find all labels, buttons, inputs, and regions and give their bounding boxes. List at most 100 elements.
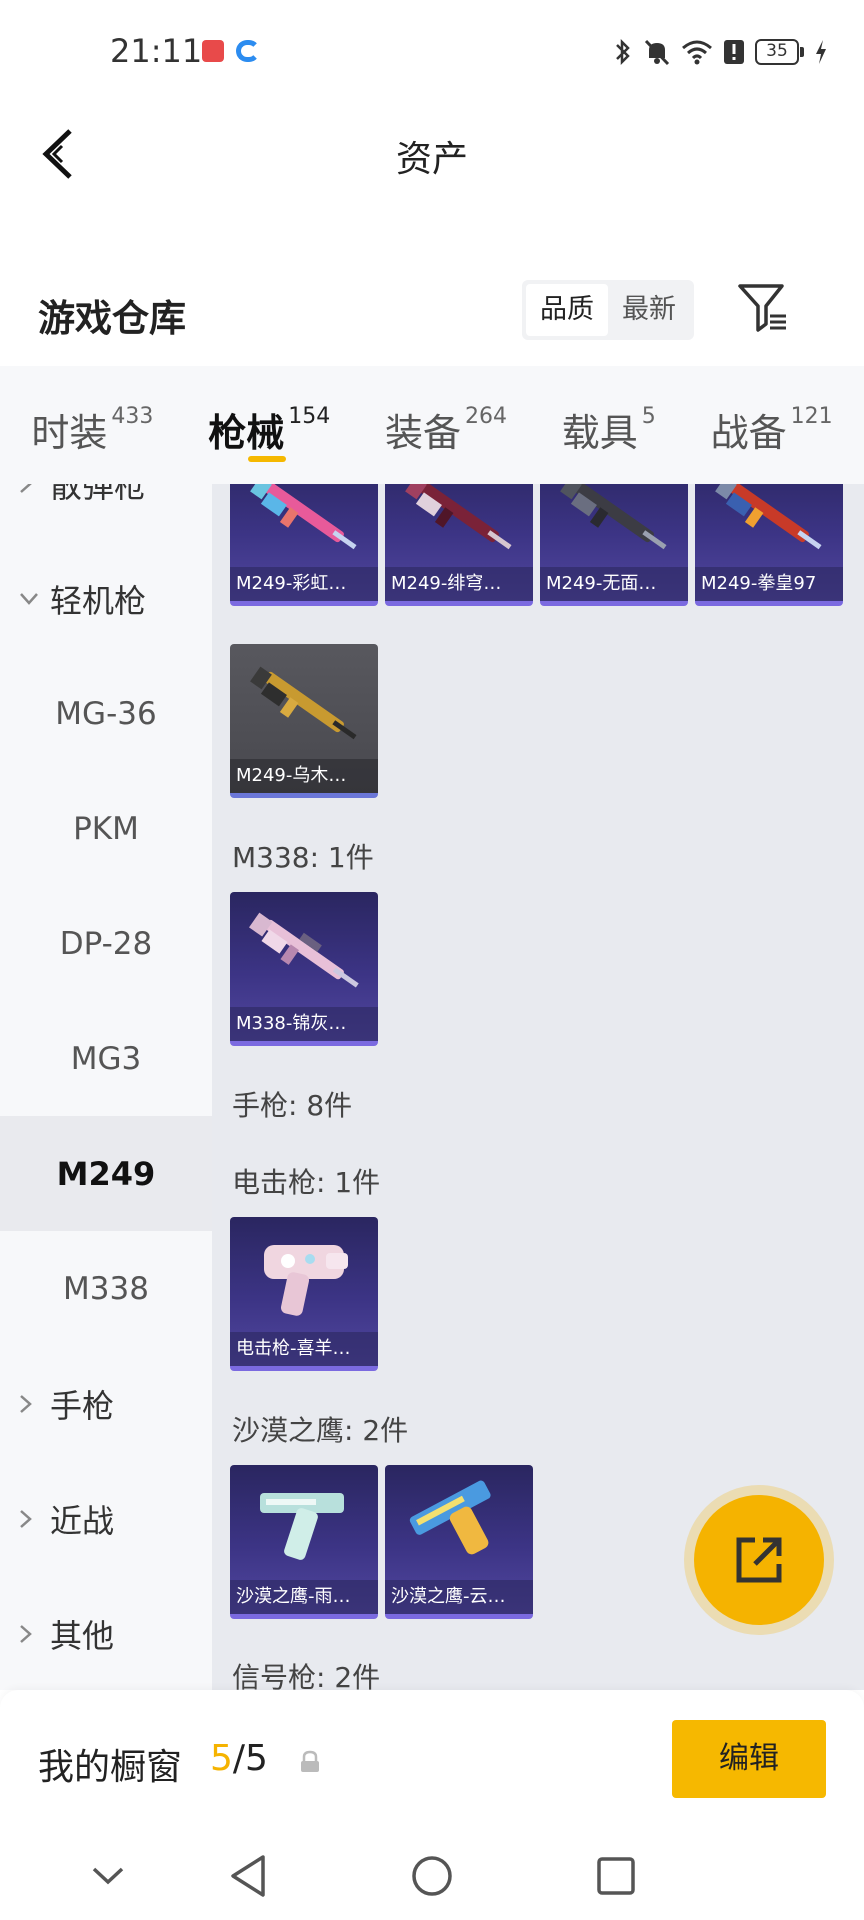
sidebar-item-m249[interactable]: M249 [0, 1116, 212, 1231]
status-bar: 21:11 35 [0, 0, 864, 104]
tab-label: 时装 [31, 411, 108, 455]
item-card-label: M249-乌木… [230, 759, 378, 793]
nav-back-button[interactable] [218, 1848, 278, 1904]
nav-recents-button[interactable] [586, 1848, 646, 1904]
item-card-label: 电击枪-喜羊… [230, 1332, 378, 1366]
m249-grid-row: M249-乌木… [230, 644, 378, 798]
machine-gun-image [249, 912, 359, 988]
sidebar-item-label: MG-36 [55, 695, 157, 732]
circle-home-icon [412, 1856, 452, 1896]
category-tabs: 时装 433 枪械 154 装备 264 载具 5 战备 121 [0, 366, 864, 484]
tab-count: 5 [641, 404, 656, 429]
chevron-down-icon [92, 1867, 124, 1885]
status-icons: 35 [613, 34, 828, 70]
sidebar-item-m338[interactable]: M338 [0, 1231, 212, 1346]
active-tab-indicator [248, 456, 287, 462]
sort-newest-option[interactable]: 最新 [608, 284, 690, 336]
item-card[interactable]: M249-绯穹… [385, 484, 533, 606]
filter-icon [738, 284, 786, 332]
sidebar-item-label: MG3 [70, 1040, 142, 1077]
app-notification-icon [202, 40, 224, 62]
sidebar-item-label: 轻机枪 [50, 581, 147, 620]
item-card-label: M249-无面… [540, 567, 688, 601]
warehouse-header: 游戏仓库 品质 最新 [0, 270, 864, 354]
sidebar-item-mg3[interactable]: MG3 [0, 1001, 212, 1116]
sidebar-item-pkm[interactable]: PKM [0, 771, 212, 886]
group-label-pistol: 手枪: 8件 [232, 1089, 353, 1122]
item-card-label: M338-锦灰… [230, 1007, 378, 1041]
showcase-label: 我的橱窗 [38, 1747, 183, 1788]
sidebar-item-label: PKM [73, 810, 139, 847]
edit-button[interactable]: 编辑 [672, 1720, 826, 1798]
sidebar-item-melee[interactable]: 近战 [0, 1461, 212, 1576]
sidebar-item-shotgun[interactable]: 散弹枪 [0, 484, 212, 541]
tab-count: 264 [465, 404, 507, 429]
sidebar-item-label: DP-28 [59, 925, 153, 962]
sidebar-item-pistol[interactable]: 手枪 [0, 1346, 212, 1461]
item-card-label: M249-拳皇97 [695, 567, 843, 601]
top-app-bar: 资产 [0, 104, 864, 204]
charging-icon [816, 40, 826, 64]
stun-gun-grid-row: 电击枪-喜羊… [230, 1217, 378, 1371]
sidebar-item-mg36[interactable]: MG-36 [0, 656, 212, 771]
item-card[interactable]: M249-乌木… [230, 644, 378, 798]
alert-icon [724, 40, 744, 64]
sidebar-item-dp28[interactable]: DP-28 [0, 886, 212, 1001]
chevron-right-icon [20, 484, 32, 493]
system-navigation [0, 1828, 864, 1920]
item-card[interactable]: M249-拳皇97 [695, 484, 843, 606]
stun-gun-image [264, 1245, 348, 1316]
lock-icon [301, 1750, 319, 1772]
tab-fashion[interactable]: 时装 433 [31, 366, 153, 484]
wifi-icon [682, 40, 712, 65]
item-card-label: 沙漠之鹰-雨… [230, 1580, 378, 1614]
machine-gun-image [560, 484, 667, 550]
machine-gun-image [250, 666, 357, 740]
chevron-right-icon [20, 1624, 32, 1643]
showcase-bar: 我的橱窗 5/5 编辑 [0, 1690, 864, 1828]
pistol-image [409, 1480, 491, 1555]
sidebar-item-label: 手枪 [50, 1386, 115, 1425]
item-card[interactable]: 沙漠之鹰-云… [385, 1465, 533, 1619]
item-card[interactable]: 沙漠之鹰-雨… [230, 1465, 378, 1619]
pistol-image [260, 1493, 344, 1560]
nav-collapse-button[interactable] [78, 1848, 138, 1904]
item-card[interactable]: M338-锦灰… [230, 892, 378, 1046]
group-label-m338: M338: 1件 [232, 841, 374, 874]
tab-weapons[interactable]: 枪械 154 [208, 366, 330, 484]
weapon-type-sidebar: 散弹枪 轻机枪 MG-36 PKM DP-28 MG3 M249 M338 手枪… [0, 484, 212, 1690]
sidebar-item-other[interactable]: 其他 [0, 1576, 212, 1690]
item-card[interactable]: M249-无面… [540, 484, 688, 606]
item-card[interactable]: M249-彩虹… [230, 484, 378, 606]
square-recents-icon [597, 1857, 635, 1895]
filter-button[interactable] [736, 280, 792, 336]
machine-gun-image [405, 484, 512, 550]
tab-label: 装备 [384, 411, 461, 455]
sort-quality-option[interactable]: 品质 [526, 284, 608, 336]
sidebar-item-label: 散弹枪 [50, 484, 147, 505]
nav-home-button[interactable] [402, 1848, 462, 1904]
sidebar-item-lmg[interactable]: 轻机枪 [0, 541, 212, 656]
machine-gun-image [715, 484, 822, 550]
warehouse-title: 游戏仓库 [38, 297, 186, 340]
mute-icon [644, 39, 670, 66]
item-card[interactable]: 电击枪-喜羊… [230, 1217, 378, 1371]
battery-icon: 35 [755, 39, 804, 65]
tab-vehicles[interactable]: 载具 5 [562, 366, 656, 484]
chevron-right-icon [20, 1394, 32, 1413]
desert-eagle-grid-row: 沙漠之鹰-雨… 沙漠之鹰-云… [230, 1465, 533, 1619]
group-label-desert-eagle: 沙漠之鹰: 2件 [232, 1414, 409, 1447]
tab-war-prep[interactable]: 战备 121 [711, 366, 833, 484]
chevron-down-icon [20, 592, 38, 605]
sort-toggle: 品质 最新 [522, 280, 694, 340]
item-card-label: M249-彩虹… [230, 567, 378, 601]
triangle-back-icon [231, 1855, 265, 1897]
share-icon [736, 1537, 782, 1583]
page-title: 资产 [395, 139, 468, 180]
share-fab[interactable] [694, 1495, 824, 1625]
tab-equipment[interactable]: 装备 264 [385, 366, 507, 484]
group-label-flare-gun: 信号枪: 2件 [232, 1661, 381, 1690]
m249-grid-row: M249-彩虹… M249-绯穹… M249-无面… M249-拳皇97 [230, 484, 843, 606]
sidebar-item-label: 近战 [50, 1501, 115, 1540]
tab-count: 154 [288, 404, 331, 429]
